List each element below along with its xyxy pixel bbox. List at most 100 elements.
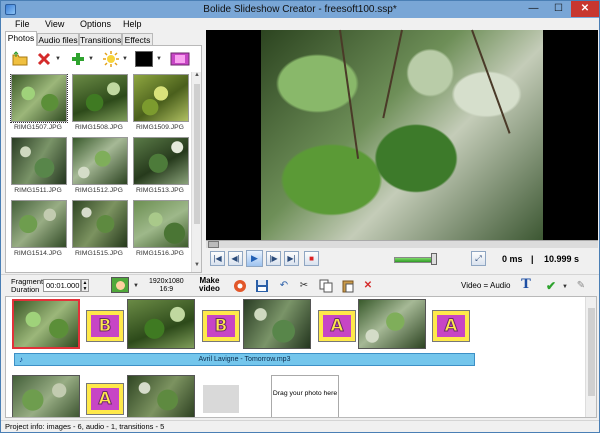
current-time: 0 ms [502,254,523,264]
storyboard-transition[interactable]: A [86,383,124,415]
storyboard-photo[interactable] [127,299,195,349]
photo-item[interactable]: RIMG1512.JPG [69,137,129,199]
copy-icon[interactable] [319,279,333,293]
menu-help[interactable]: Help [123,19,142,29]
photo-thumbnail[interactable] [133,137,189,185]
preview-image [261,29,543,244]
play-button[interactable]: ▶ [246,250,263,267]
fullscreen-button[interactable]: ⤢ [471,251,486,266]
text-tool-icon[interactable]: T [519,278,533,292]
menu-view[interactable]: View [45,19,64,29]
checkmark-icon[interactable]: ✔ [544,279,558,293]
seek-handle[interactable] [208,241,219,248]
video-equals-audio-label[interactable]: Video = Audio [461,281,510,290]
record-video-icon[interactable] [233,279,247,293]
photo-item[interactable]: RIMG1515.JPG [69,200,129,262]
photo-item[interactable]: RIMG1507.JPG [8,74,68,136]
storyboard-transition[interactable]: B [86,310,124,342]
first-frame-button[interactable]: |◀ [210,251,225,266]
add-dropdown-icon[interactable]: ▼ [88,56,94,62]
total-time: 10.999 s [544,254,580,264]
photo-thumbnail[interactable] [10,74,68,123]
time-separator: | [531,254,534,264]
background-dropdown-icon[interactable]: ▼ [156,56,162,62]
maximize-button[interactable]: ☐ [546,1,571,17]
save-icon[interactable] [255,279,269,293]
storyboard-scrollbar[interactable] [585,297,596,417]
photo-item[interactable]: RIMG1516.JPG [130,200,190,262]
storyboard-photo[interactable] [12,299,80,349]
photo-thumbnail[interactable] [72,200,128,248]
minimize-button[interactable]: — [521,1,546,17]
photos-toolbar: ▼ ▼ ▼ ▼ [6,46,201,72]
status-bar: Project info: images - 6, audio - 1, tra… [1,420,599,432]
seek-bar[interactable] [206,240,598,248]
photo-item[interactable]: RIMG1513.JPG [130,137,190,199]
scrollbar-thumb[interactable] [194,84,200,224]
storyboard-photo[interactable] [243,299,311,349]
slideshow-film-icon[interactable] [170,51,190,67]
paste-icon[interactable] [341,279,355,293]
photo-thumbnail[interactable] [11,200,67,248]
remove-icon[interactable]: ✕ [361,279,375,293]
effects-dropdown-icon[interactable]: ▼ [122,56,128,62]
open-folder-icon[interactable] [12,51,28,67]
checkmark-dropdown-icon[interactable]: ▼ [562,284,568,290]
title-bar: Bolide Slideshow Creator - freesoft100.s… [1,1,599,18]
photo-item[interactable]: RIMG1514.JPG [8,200,68,262]
photo-thumbnail[interactable] [133,200,189,248]
cut-icon[interactable]: ✂ [297,279,311,293]
make-video-label[interactable]: Make video [199,277,220,293]
delete-icon[interactable] [36,51,52,67]
effects-sun-icon[interactable] [103,51,119,67]
menu-options[interactable]: Options [80,19,111,29]
empty-transition-slot[interactable] [203,385,239,413]
background-color-swatch[interactable] [135,51,153,67]
photo-filename: RIMG1512.JPG [75,187,123,194]
scroll-up-icon[interactable]: ▲ [192,72,202,82]
storyboard-transition[interactable]: B [202,310,240,342]
photo-thumbnail[interactable] [133,74,189,122]
storyboard-photo[interactable] [12,375,80,417]
delete-dropdown-icon[interactable]: ▼ [55,56,61,62]
photo-item[interactable]: RIMG1509.JPG [130,74,190,136]
photo-item[interactable]: RIMG1508.JPG [69,74,129,136]
menu-file[interactable]: File [15,19,30,29]
photo-thumbnail[interactable] [72,74,128,122]
frame-background-swatch[interactable] [111,277,129,293]
project-info: Project info: images - 6, audio - 1, tra… [5,422,165,431]
close-button[interactable]: ✕ [571,1,599,17]
audio-track-title: Avril Lavigne - Tomorrow.mp3 [198,356,291,363]
drop-photo-zone[interactable]: Drag your photo here [271,375,339,417]
tab-photos[interactable]: Photos [5,31,37,46]
undo-icon[interactable]: ↶ [277,279,291,293]
frame-background-dropdown-icon[interactable]: ▼ [133,283,139,289]
photo-filename: RIMG1508.JPG [75,124,123,131]
storyboard-photo[interactable] [127,375,195,417]
music-note-icon: ♪ [19,355,23,364]
storyboard-transition[interactable]: A [318,310,356,342]
fragment-duration-input[interactable]: 00:01.000 [43,279,81,292]
resolution-label[interactable]: 1920x1080 16:9 [149,278,184,294]
last-frame-button[interactable]: ▶| [284,251,299,266]
audio-track[interactable]: ♪ Avril Lavigne - Tomorrow.mp3 [14,353,475,366]
volume-slider[interactable] [394,257,436,263]
photos-scrollbar[interactable]: ▲ ▼ [191,72,201,272]
scrollbar-thumb[interactable] [588,308,595,396]
volume-handle[interactable] [431,253,437,265]
window-title: Bolide Slideshow Creator - freesoft100.s… [203,4,397,15]
photo-thumbnail[interactable] [72,137,128,185]
storyboard-transition[interactable]: A [432,310,470,342]
add-icon[interactable] [70,51,86,67]
scroll-down-icon[interactable]: ▼ [192,262,202,272]
previous-button[interactable]: ◀| [228,251,243,266]
photo-filename: RIMG1507.JPG [14,124,62,131]
photo-thumbnail[interactable] [11,137,67,185]
duration-stepper[interactable]: ▲ ▼ [81,279,89,292]
brush-icon[interactable]: ✎ [574,279,588,293]
next-button[interactable]: |▶ [266,251,281,266]
storyboard-photo[interactable] [358,299,426,349]
photo-item[interactable]: RIMG1511.JPG [8,137,68,199]
storyboard: B B A A ♪ Avril Lavigne - Tomorrow.mp3 A… [5,296,597,418]
stop-button[interactable]: ■ [304,251,319,266]
